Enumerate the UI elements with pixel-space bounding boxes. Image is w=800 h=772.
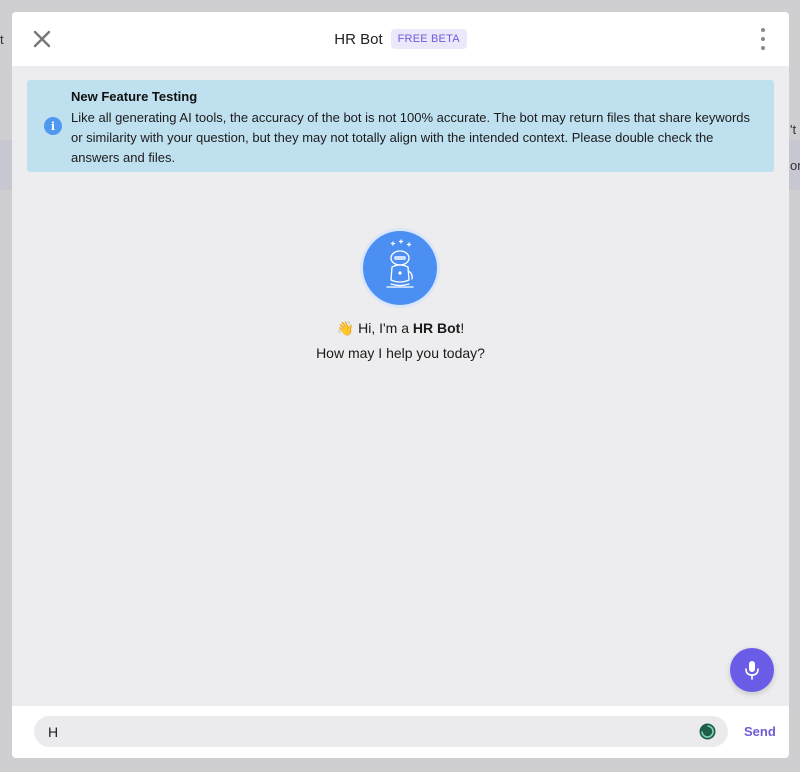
- close-button[interactable]: [30, 27, 54, 51]
- loading-indicator-icon: [699, 723, 716, 740]
- bot-name: HR Bot: [412, 320, 461, 336]
- close-icon: [33, 30, 51, 48]
- microphone-icon: [745, 661, 759, 680]
- background-text-fragment: or: [790, 158, 800, 173]
- microphone-button[interactable]: [730, 648, 774, 692]
- info-icon: i: [44, 117, 62, 135]
- feature-notice-banner: i New Feature Testing Like all generatin…: [27, 80, 774, 172]
- beta-badge: FREE BETA: [390, 29, 467, 49]
- more-options-button[interactable]: [759, 28, 767, 50]
- background-text-fragment: 't: [790, 122, 797, 137]
- notice-title: New Feature Testing: [71, 89, 198, 104]
- greeting-text: 👋 Hi, I'm a HR Bot!: [336, 320, 465, 336]
- message-input-wrapper: [34, 716, 728, 747]
- send-button[interactable]: Send: [744, 724, 776, 739]
- bot-avatar: [363, 231, 437, 305]
- robot-icon: [386, 239, 414, 288]
- chat-composer: Send: [12, 706, 789, 758]
- notice-body: Like all generating AI tools, the accura…: [71, 110, 751, 165]
- message-input[interactable]: [34, 716, 684, 747]
- header-title-group: HR Bot FREE BETA: [334, 29, 467, 49]
- greeting-subtitle: How may I help you today?: [316, 345, 485, 361]
- chat-title: HR Bot: [334, 30, 383, 48]
- more-vertical-icon: [761, 28, 765, 32]
- hr-bot-chat-modal: HR Bot FREE BETA i New Feature Testing L…: [12, 12, 789, 758]
- wave-icon: 👋: [336, 320, 355, 336]
- background-text-fragment: t: [0, 32, 4, 47]
- chat-header: HR Bot FREE BETA: [12, 12, 789, 66]
